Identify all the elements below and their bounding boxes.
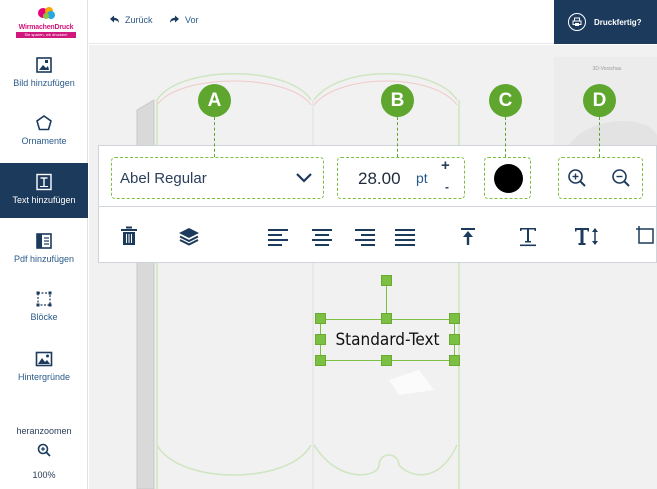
zoom-value: 100%: [32, 470, 56, 480]
align-center-icon[interactable]: [310, 224, 334, 248]
sidebar-item-blocks[interactable]: Blöcke: [0, 290, 88, 346]
font-family-select[interactable]: Abel Regular: [111, 157, 324, 199]
printer-icon: [568, 13, 586, 31]
font-size-stepper[interactable]: 28.00 pt + -: [337, 157, 465, 199]
background-icon: [35, 351, 53, 367]
sidebar-item-backgrounds[interactable]: Hintergründe: [0, 350, 88, 406]
sidebar-item-label: Blöcke: [30, 312, 58, 322]
align-justify-icon[interactable]: [393, 224, 417, 248]
zoom-in-icon[interactable]: [567, 168, 587, 188]
font-size-value[interactable]: 28.00: [358, 169, 401, 189]
zoom-label: heranzoomen: [16, 426, 72, 436]
color-swatch: [494, 164, 523, 193]
marker-b-leader: [397, 117, 398, 157]
resize-handle-right[interactable]: [449, 334, 460, 345]
sidebar-item-add-text[interactable]: Text hinzufügen: [0, 163, 88, 218]
pentagon-icon: [36, 115, 52, 131]
rotate-handle[interactable]: [381, 275, 392, 286]
sidebar-item-label: Text hinzufügen: [12, 195, 76, 205]
print-ready-label: Druckfertig?: [594, 17, 642, 27]
text-format-icon[interactable]: [516, 224, 540, 248]
sidebar-item-label: Pdf hinzufügen: [13, 254, 75, 264]
blocks-icon: [36, 291, 52, 307]
resize-handle-bottom-right[interactable]: [449, 355, 460, 366]
marker-c-leader: [505, 117, 506, 157]
sidebar: WirmachenDruck Sie sparen, wir drucken! …: [0, 0, 88, 489]
font-size-increase-button[interactable]: +: [441, 157, 450, 174]
marker-d: D: [583, 84, 616, 117]
sidebar-item-ornaments[interactable]: Ornamente: [0, 114, 88, 170]
zoom-in-icon[interactable]: [37, 443, 51, 457]
back-label: Zurück: [125, 14, 153, 25]
marker-d-leader: [599, 117, 600, 157]
move-to-top-icon[interactable]: [456, 224, 480, 248]
text-color-picker[interactable]: [484, 157, 531, 199]
font-family-value: Abel Regular: [120, 169, 207, 187]
image-add-icon: [36, 57, 52, 73]
zoom-out-icon[interactable]: [611, 168, 631, 188]
logo-mark-icon: [38, 7, 55, 19]
logo-name: WirmachenDruck: [16, 23, 76, 32]
marker-a-leader: [214, 117, 215, 157]
sidebar-item-label: Hintergründe: [17, 372, 71, 382]
undo-arrow-icon: [110, 15, 119, 23]
forward-button[interactable]: Vor: [169, 14, 199, 25]
brand-logo[interactable]: WirmachenDruck Sie sparen, wir drucken!: [10, 6, 82, 40]
sidebar-item-add-image[interactable]: Bild hinzufügen: [0, 56, 88, 112]
resize-handle-top-left[interactable]: [315, 313, 326, 324]
text-element-content[interactable]: Standard-Text: [335, 330, 439, 350]
design-canvas[interactable]: [89, 45, 657, 489]
text-zoom-controls: [558, 157, 643, 199]
chevron-down-icon: [296, 173, 312, 183]
back-button[interactable]: Zurück: [109, 14, 153, 25]
marker-b: B: [381, 84, 414, 117]
top-bar: Zurück Vor Druckfertig?: [89, 0, 657, 44]
sidebar-item-add-pdf[interactable]: Pdf hinzufügen: [0, 232, 88, 288]
text-height-icon[interactable]: [574, 224, 602, 248]
logo-tagline: Sie sparen, wir drucken!: [16, 32, 76, 38]
trash-icon[interactable]: [117, 224, 141, 248]
resize-handle-left[interactable]: [315, 334, 326, 345]
forward-label: Vor: [185, 14, 199, 25]
print-ready-button[interactable]: Druckfertig?: [554, 0, 657, 44]
pdf-add-icon: [36, 233, 52, 249]
align-right-icon[interactable]: [353, 224, 377, 248]
crop-icon[interactable]: [634, 224, 656, 248]
marker-c: C: [489, 84, 522, 117]
resize-handle-bottom[interactable]: [381, 355, 392, 366]
text-add-icon: [36, 173, 52, 191]
font-size-unit: pt: [416, 170, 428, 186]
resize-handle-top-right[interactable]: [449, 313, 460, 324]
sidebar-item-label: Bild hinzufügen: [13, 78, 75, 88]
font-size-decrease-button[interactable]: -: [445, 180, 449, 194]
resize-handle-top[interactable]: [381, 313, 392, 324]
redo-arrow-icon: [170, 15, 179, 23]
marker-a: A: [198, 84, 231, 117]
sidebar-item-label: Ornamente: [21, 136, 67, 146]
align-left-icon[interactable]: [266, 224, 290, 248]
resize-handle-bottom-left[interactable]: [315, 355, 326, 366]
layers-icon[interactable]: [177, 224, 201, 248]
